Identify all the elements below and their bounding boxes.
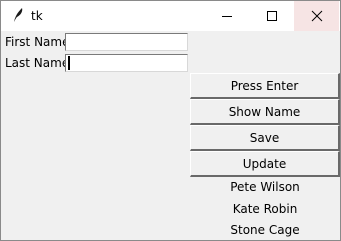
update-button[interactable]: Update [190, 151, 340, 177]
close-button[interactable] [294, 1, 339, 31]
show-name-button[interactable]: Show Name [190, 99, 340, 125]
close-icon [311, 10, 323, 22]
window-title: tk [31, 9, 43, 23]
last-name-label: Last Name [5, 56, 70, 70]
title-bar[interactable]: tk [1, 1, 340, 31]
last-name-input[interactable] [65, 54, 188, 72]
text-cursor [68, 56, 70, 70]
press-enter-button[interactable]: Press Enter [190, 73, 340, 99]
minimize-icon [222, 16, 232, 17]
first-name-input[interactable] [65, 33, 188, 51]
app-window: tk First Name Last Name Press Enter Show… [0, 0, 341, 241]
client-area: First Name Last Name Press Enter Show Na… [1, 31, 340, 240]
name-label: Stone Cage [230, 223, 300, 237]
name-label: Pete Wilson [230, 180, 300, 194]
save-button[interactable]: Save [190, 125, 340, 151]
maximize-button[interactable] [249, 1, 294, 31]
maximize-icon [267, 11, 277, 21]
first-name-label: First Name [5, 35, 70, 49]
feather-icon [11, 7, 25, 23]
minimize-button[interactable] [204, 1, 249, 31]
name-label: Kate Robin [232, 202, 298, 216]
